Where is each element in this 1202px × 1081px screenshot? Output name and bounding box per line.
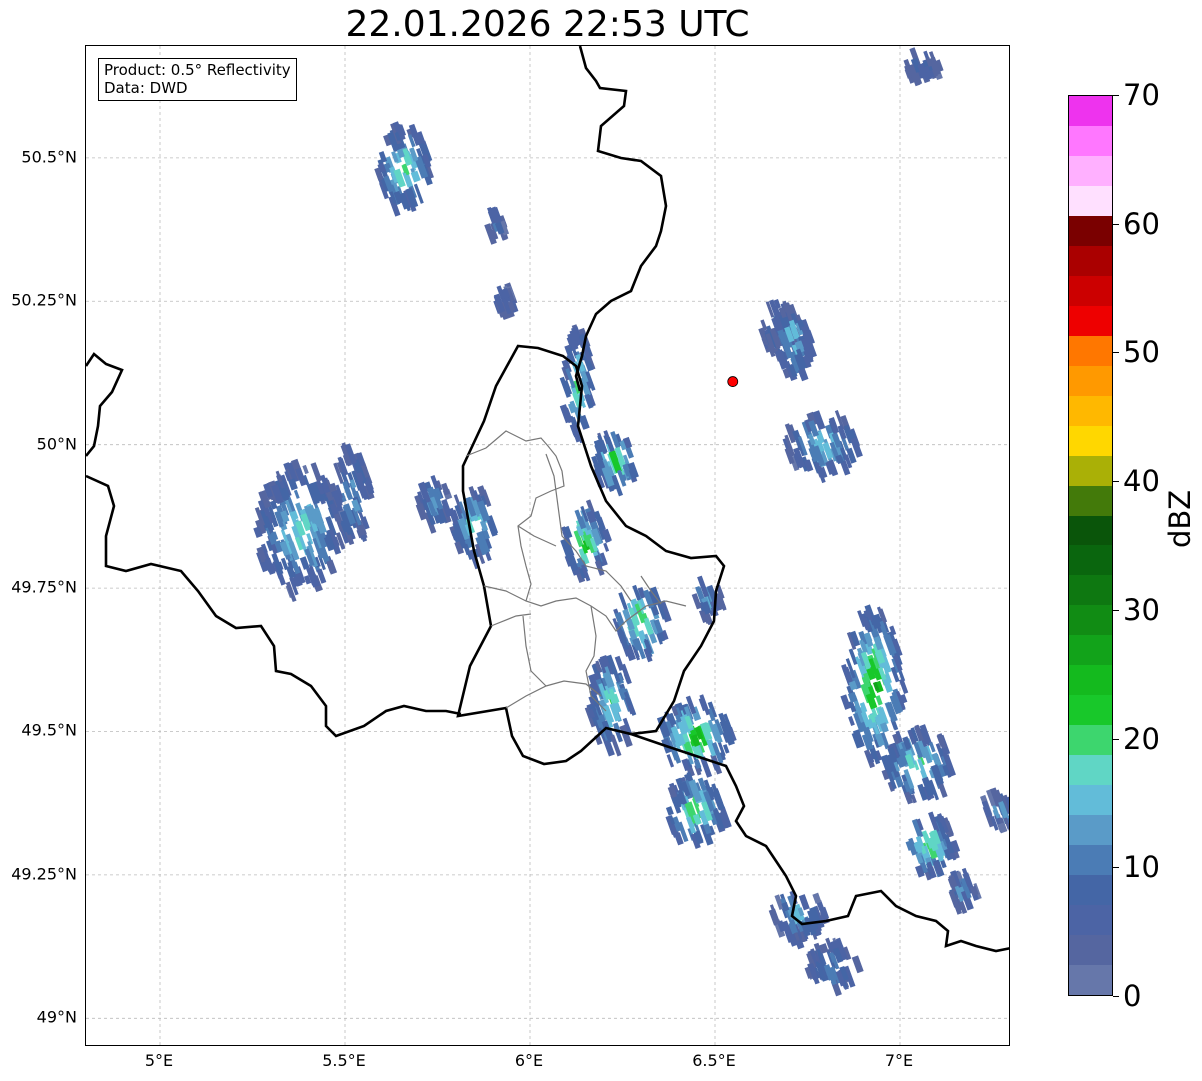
- colorbar-tick-mark: [1113, 609, 1119, 611]
- echo-pixel: [578, 414, 590, 430]
- echo-pixel: [899, 678, 909, 695]
- radar-echoes: [253, 47, 1009, 997]
- colorbar-segment: [1069, 455, 1112, 486]
- colorbar-tick-mark: [1113, 95, 1119, 96]
- echo-pixel: [851, 955, 864, 974]
- echo-pixel: [812, 892, 822, 904]
- colorbar-segment: [1069, 335, 1112, 366]
- lon-tick-label: 5.5°E: [322, 1051, 366, 1070]
- colorbar-segment: [1069, 395, 1112, 426]
- lat-tick-label: 49°N: [36, 1007, 77, 1027]
- colorbar-tick-label: 50: [1123, 335, 1160, 370]
- echo-pixel: [302, 464, 309, 475]
- product-label: Product: 0.5° Reflectivity: [104, 61, 291, 79]
- info-box: Product: 0.5° Reflectivity Data: DWD: [98, 58, 297, 101]
- colorbar-segment: [1069, 95, 1112, 126]
- colorbar-segment: [1069, 125, 1112, 156]
- colorbar-segment: [1069, 365, 1112, 396]
- lon-tick-label: 5°E: [144, 1051, 174, 1070]
- radar-site-layer: [727, 376, 739, 387]
- colorbar-segment: [1069, 935, 1112, 966]
- lat-tick-label: 49.25°N: [11, 864, 77, 884]
- lat-tick-label: 49.5°N: [21, 720, 77, 740]
- lon-tick-label: 6.5°E: [692, 1051, 736, 1070]
- echo-pixel: [326, 559, 338, 575]
- lon-tick-label: 7°E: [884, 1051, 914, 1070]
- colorbar: [1068, 95, 1113, 996]
- echo-pixel: [293, 489, 300, 499]
- map-panel[interactable]: Product: 0.5° Reflectivity Data: DWD: [85, 45, 1010, 1046]
- colorbar-segment: [1069, 425, 1112, 456]
- colorbar-segment: [1069, 665, 1112, 696]
- colorbar-tick-mark: [1113, 352, 1119, 354]
- colorbar-label: dBZ: [1163, 489, 1197, 548]
- echo-pixel: [848, 716, 855, 726]
- echo-pixel: [310, 462, 323, 483]
- colorbar-segment: [1069, 785, 1112, 816]
- lat-tick-label: 50.5°N: [21, 147, 77, 167]
- colorbar-segment: [1069, 155, 1112, 186]
- colorbar-segment: [1069, 185, 1112, 216]
- echo-pixel: [619, 724, 633, 748]
- colorbar-segment: [1069, 695, 1112, 726]
- colorbar-tick-label: 70: [1123, 78, 1160, 112]
- colorbar-segment: [1069, 755, 1112, 786]
- lat-tick-label: 49.75°N: [11, 577, 77, 597]
- colorbar-segment: [1069, 725, 1112, 756]
- echo-pixel: [603, 542, 610, 552]
- colorbar-segment: [1069, 875, 1112, 906]
- belgium-france-north-border: [86, 352, 124, 457]
- colorbar-tick-mark: [1113, 223, 1119, 225]
- colorbar-segment: [1069, 215, 1112, 246]
- colorbar-segment: [1069, 605, 1112, 636]
- echo-pixel: [875, 695, 883, 706]
- colorbar-segment: [1069, 515, 1112, 546]
- map-title: 22.01.2026 22:53 UTC: [345, 4, 750, 45]
- colorbar-tick-label: 60: [1123, 206, 1160, 241]
- echo-pixel: [768, 908, 781, 926]
- colorbar-tick-label: 30: [1123, 592, 1160, 627]
- borders: [86, 46, 1009, 953]
- colorbar-segment: [1069, 545, 1112, 576]
- colorbar-segment: [1069, 575, 1112, 606]
- colorbar-segment: [1069, 815, 1112, 846]
- map-canvas[interactable]: [86, 46, 1010, 1046]
- colorbar-segment: [1069, 305, 1112, 336]
- colorbar-tick-label: 10: [1123, 850, 1160, 885]
- data-source-label: Data: DWD: [104, 79, 188, 97]
- colorbar-segment: [1069, 965, 1112, 995]
- graticule: [86, 46, 1009, 1045]
- colorbar-tick-mark: [1113, 867, 1119, 869]
- colorbar-segment: [1069, 845, 1112, 876]
- lon-tick-label: 6°E: [514, 1051, 544, 1070]
- belgium-germany-border: [574, 46, 668, 392]
- echo-pixel: [666, 754, 675, 768]
- colorbar-segment: [1069, 275, 1112, 306]
- radar-site-marker: [727, 376, 739, 387]
- echo-pixel: [665, 806, 674, 816]
- colorbar-tick-label: 40: [1123, 464, 1160, 499]
- colorbar-tick-label: 0: [1123, 979, 1142, 1013]
- colorbar-segment: [1069, 635, 1112, 666]
- colorbar-tick-mark: [1113, 738, 1119, 740]
- colorbar-segment: [1069, 485, 1112, 516]
- lat-tick-label: 50°N: [36, 434, 77, 454]
- colorbar-tick-mark: [1113, 481, 1119, 483]
- lat-tick-label: 50.25°N: [11, 290, 77, 310]
- colorbar-segment: [1069, 245, 1112, 276]
- colorbar-tick-label: 20: [1123, 721, 1160, 756]
- colorbar-tick-mark: [1113, 996, 1119, 997]
- colorbar-segment: [1069, 905, 1112, 936]
